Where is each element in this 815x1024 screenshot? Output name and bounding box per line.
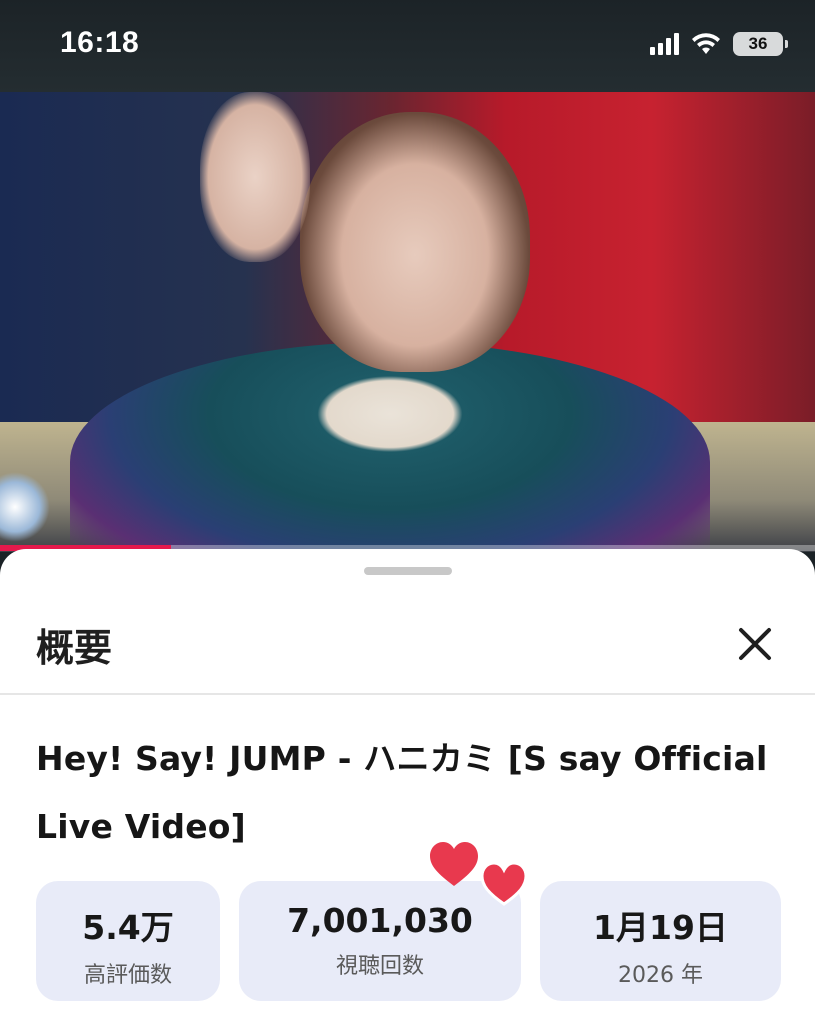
views-label: 視聴回数 xyxy=(335,954,424,979)
performer-head xyxy=(300,112,530,372)
description-sheet: 概要 Hey! Say! JUMP - ハニカミ [S say Official… xyxy=(0,549,815,1024)
sheet-drag-handle[interactable] xyxy=(364,567,452,575)
close-button[interactable] xyxy=(730,619,780,669)
battery-icon: 36 xyxy=(733,32,788,56)
publish-date-stat: 1月19日 2026 年 xyxy=(540,881,781,1001)
heart-icon xyxy=(480,861,528,906)
sheet-title: 概要 xyxy=(36,626,113,670)
wifi-icon xyxy=(692,33,720,54)
close-icon xyxy=(739,628,771,660)
signal-icon xyxy=(650,33,679,55)
video-title: Hey! Say! JUMP - ハニカミ [S say Official Li… xyxy=(36,739,768,846)
status-bar: 16:18 36 xyxy=(0,0,815,92)
status-time: 16:18 xyxy=(60,26,140,59)
likes-stat: 5.4万 高評価数 xyxy=(36,881,220,1001)
likes-value: 5.4万 xyxy=(82,908,174,947)
sheet-divider xyxy=(0,693,815,695)
hearts-sticker xyxy=(430,842,528,906)
likes-label: 高評価数 xyxy=(83,963,172,988)
video-player[interactable] xyxy=(0,92,815,552)
performer-hand xyxy=(200,92,310,262)
performer-jacket xyxy=(70,342,710,552)
views-value: 7,001,030 xyxy=(287,901,473,940)
publish-year-label: 2026 年 xyxy=(618,963,703,988)
heart-icon xyxy=(430,842,478,886)
publish-date-value: 1月19日 xyxy=(593,908,728,947)
status-icons: 36 xyxy=(650,32,788,56)
